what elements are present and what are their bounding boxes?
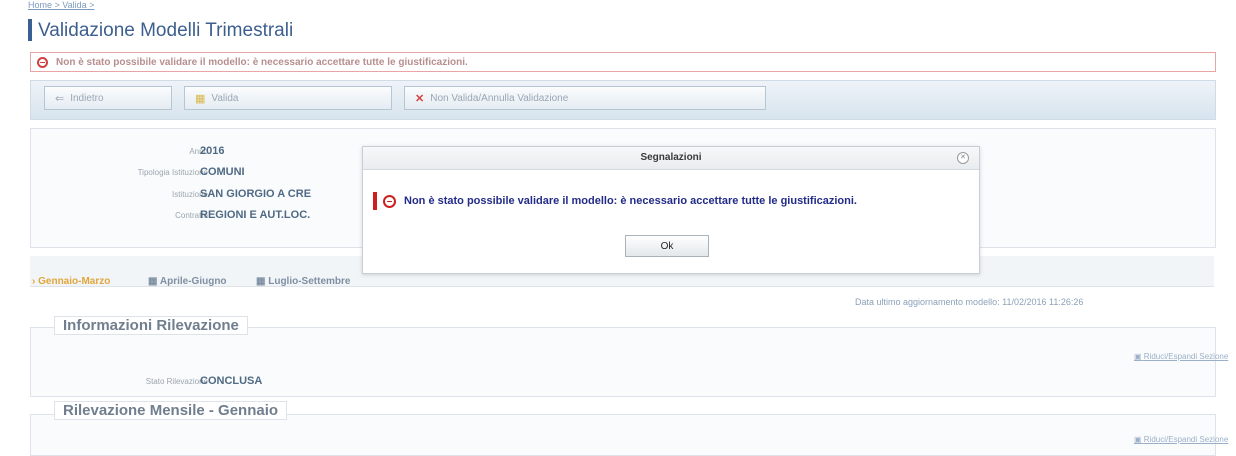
monthly-section xyxy=(30,414,1216,456)
expand-link-label: Riduci/Espandi Sezione xyxy=(1143,435,1229,444)
dialog-error-message: Non è stato possibile validare il modell… xyxy=(373,192,863,210)
field-label-type: Tipologia Istituzione xyxy=(137,168,208,177)
dialog-message-text: Non è stato possibile validare il modell… xyxy=(404,195,857,207)
breadcrumb[interactable]: Home > Valida > xyxy=(28,0,94,10)
arrow-icon: › xyxy=(32,276,36,287)
close-icon[interactable]: ✕ xyxy=(957,152,969,164)
error-banner-text: Non è stato possibile validare il modell… xyxy=(56,56,468,68)
status-value: CONCLUSA xyxy=(200,375,263,387)
title-accent-bar xyxy=(28,19,32,41)
document-icon: ▦ xyxy=(256,276,266,287)
invalidate-button-label: Non Valida/Annulla Validazione xyxy=(430,92,569,104)
info-section-title: Informazioni Rilevazione xyxy=(54,316,248,335)
validate-button[interactable]: ▦ Valida xyxy=(184,86,392,110)
expand-link-2[interactable]: ▣ Riduci/Espandi Sezione xyxy=(1134,435,1228,444)
field-label-institution: Istituzione xyxy=(171,190,208,199)
dialog-title: Segnalazioni xyxy=(640,152,702,163)
field-value-contract: REGIONI E AUT.LOC. xyxy=(200,209,311,221)
invalidate-button[interactable]: ✕ Non Valida/Annulla Validazione xyxy=(404,86,766,110)
last-update-value: 11/02/2016 11:26:26 xyxy=(1002,297,1084,307)
breadcrumb-link[interactable]: Home > Valida > xyxy=(28,0,94,10)
field-value-institution: SAN GIORGIO A CRE xyxy=(200,188,312,200)
expand-link-label: Riduci/Espandi Sezione xyxy=(1143,352,1229,361)
error-banner: Non è stato possibile validare il modell… xyxy=(30,52,1216,72)
page-title: Validazione Modelli Trimestrali xyxy=(38,20,294,41)
validate-button-label: Valida xyxy=(211,92,239,104)
monthly-section-title: Rilevazione Mensile - Gennaio xyxy=(54,401,288,420)
last-update: Data ultimo aggiornamento modello: 11/02… xyxy=(855,297,1083,307)
checklist-icon: ▦ xyxy=(195,92,206,105)
tab-aprile-giugno[interactable]: ▦ Aprile-Giugno xyxy=(148,276,227,287)
tab-label: Luglio-Settembre xyxy=(268,276,351,287)
arrow-left-icon: ⇐ xyxy=(55,92,65,105)
dialog-header: Segnalazioni ✕ xyxy=(363,147,979,170)
expand-link[interactable]: ▣ Riduci/Espandi Sezione xyxy=(1134,352,1228,361)
page: Home > Valida > Validazione Modelli Trim… xyxy=(0,0,1236,456)
expand-icon: ▣ xyxy=(1134,435,1142,444)
tab-label: Gennaio-Marzo xyxy=(38,276,111,287)
last-update-label: Data ultimo aggiornamento modello: xyxy=(855,297,1000,307)
field-label-year: Anno xyxy=(189,147,208,156)
tab-label: Aprile-Giugno xyxy=(159,276,227,287)
x-icon: ✕ xyxy=(415,92,425,105)
segnalazioni-dialog: Segnalazioni ✕ Non è stato possibile val… xyxy=(362,146,980,274)
tab-gennaio-marzo[interactable]: › Gennaio-Marzo xyxy=(32,276,110,287)
back-button[interactable]: ⇐ Indietro xyxy=(44,86,172,110)
back-button-label: Indietro xyxy=(70,92,104,104)
document-icon: ▦ xyxy=(148,276,158,287)
error-icon xyxy=(37,56,48,68)
status-label: Stato Rilevazione xyxy=(145,377,208,386)
field-value-type: COMUNI xyxy=(200,166,245,178)
tab-luglio-settembre[interactable]: ▦ Luglio-Settembre xyxy=(256,276,350,287)
error-icon xyxy=(383,194,396,208)
field-value-year: 2016 xyxy=(200,145,225,157)
expand-icon: ▣ xyxy=(1134,352,1142,361)
ok-button[interactable]: Ok xyxy=(625,235,709,257)
field-label-contract: Contratto xyxy=(175,211,208,220)
